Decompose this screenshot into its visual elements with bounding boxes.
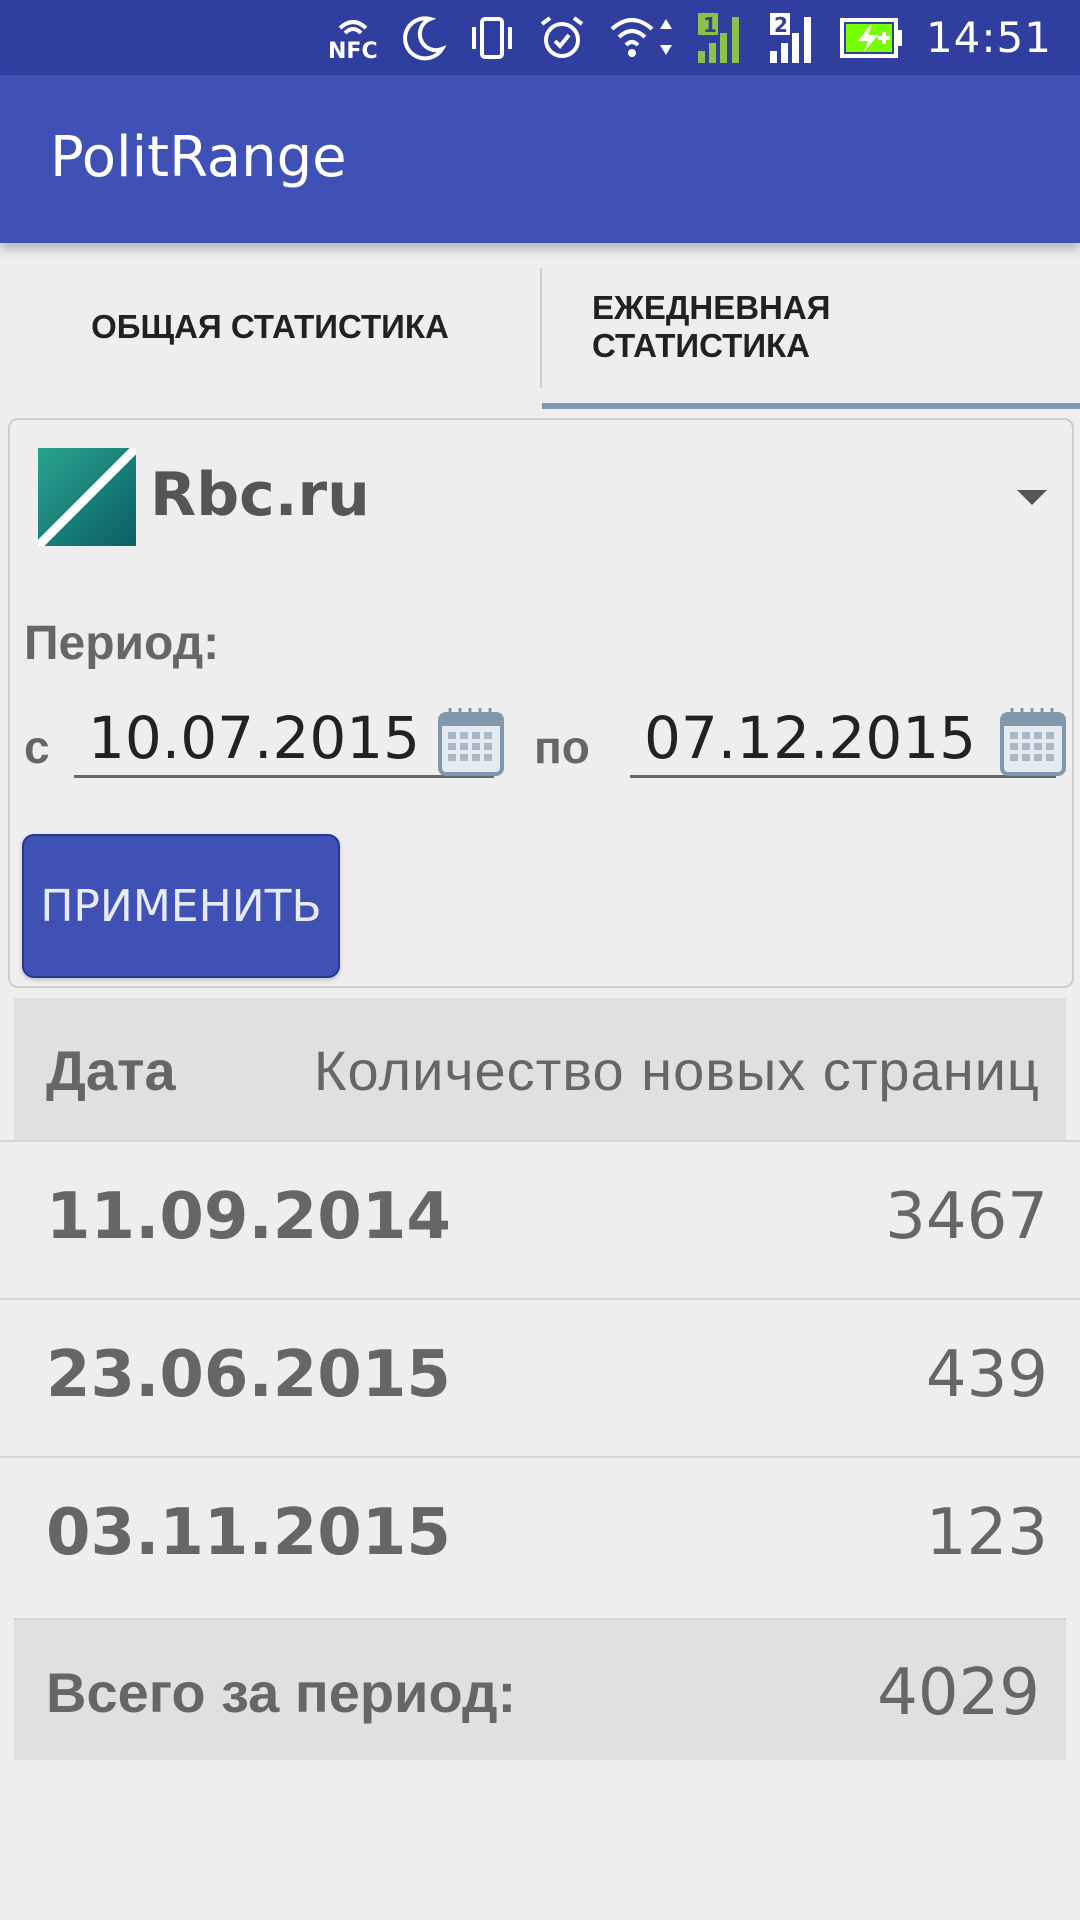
clock: 14:51 <box>925 13 1052 62</box>
tab-bar: ОБЩАЯ СТАТИСТИКА ЕЖЕДНЕВНАЯ СТАТИСТИКА <box>0 243 1080 411</box>
total-value: 4029 <box>877 1656 1040 1730</box>
vibrate-icon <box>468 15 516 61</box>
site-selector-value[interactable]: Rbc.ru <box>150 460 370 530</box>
row-count: 123 <box>925 1496 1048 1570</box>
table-row: 11.09.2014 3467 <box>0 1140 1080 1298</box>
row-date: 11.09.2014 <box>46 1180 451 1254</box>
total-row: Всего за период: 4029 <box>14 1618 1066 1760</box>
row-count: 3467 <box>885 1180 1048 1254</box>
tab-daily-label: ЕЖЕДНЕВНАЯ СТАТИСТИКА <box>592 289 831 364</box>
apply-button-label: ПРИМЕНИТЬ <box>40 880 322 932</box>
from-date-field[interactable]: 10.07.2015 <box>74 690 504 778</box>
tab-general-statistics[interactable]: ОБЩАЯ СТАТИСТИКА <box>0 243 540 411</box>
calendar-icon[interactable] <box>998 706 1068 778</box>
filter-card: Rbc.ru Период: с 10.07.2015 по 07.12.201… <box>8 418 1074 988</box>
row-date: 03.11.2015 <box>46 1496 451 1570</box>
tab-general-label: ОБЩАЯ СТАТИСТИКА <box>91 308 449 345</box>
sim2-label: 2 <box>774 13 788 37</box>
nfc-label: NFC <box>328 39 378 62</box>
do-not-disturb-moon-icon <box>402 15 446 61</box>
wifi-icon <box>608 15 674 61</box>
status-icons: NFC 1 2 14:51 <box>326 0 1052 75</box>
table-row: 23.06.2015 439 <box>0 1298 1080 1456</box>
to-date-value: 07.12.2015 <box>644 704 977 772</box>
apply-button[interactable]: ПРИМЕНИТЬ <box>22 834 340 978</box>
signal-sim1-icon: 1 <box>696 11 746 65</box>
calendar-icon[interactable] <box>436 706 506 778</box>
status-bar: NFC 1 2 14:51 <box>0 0 1080 75</box>
rbc-logo <box>38 448 136 546</box>
period-label: Период: <box>24 617 220 670</box>
tab-daily-statistics[interactable]: ЕЖЕДНЕВНАЯ СТАТИСТИКА <box>542 243 1080 411</box>
tab-selected-indicator <box>542 403 1080 409</box>
alarm-icon <box>538 14 586 62</box>
column-header-count: Количество новых страниц <box>313 1039 1040 1102</box>
row-count: 439 <box>925 1338 1048 1412</box>
table-row: 03.11.2015 123 <box>0 1456 1080 1614</box>
sim1-label: 1 <box>703 13 717 37</box>
to-prefix: по <box>534 721 590 773</box>
total-label: Всего за период: <box>46 1661 517 1724</box>
to-date-field[interactable]: 07.12.2015 <box>630 690 1066 778</box>
signal-sim2-icon: 2 <box>768 11 818 65</box>
table-header: Дата Количество новых страниц <box>14 998 1066 1140</box>
battery-charging-icon <box>839 16 904 60</box>
app-title: PolitRange <box>50 125 347 190</box>
nfc-icon: NFC <box>326 14 380 62</box>
dropdown-arrow-icon[interactable] <box>1017 490 1047 505</box>
from-date-value: 10.07.2015 <box>88 704 421 772</box>
from-prefix: с <box>24 721 50 773</box>
row-date: 23.06.2015 <box>46 1338 451 1412</box>
column-header-date: Дата <box>46 1039 176 1102</box>
app-bar: PolitRange <box>0 75 1080 243</box>
